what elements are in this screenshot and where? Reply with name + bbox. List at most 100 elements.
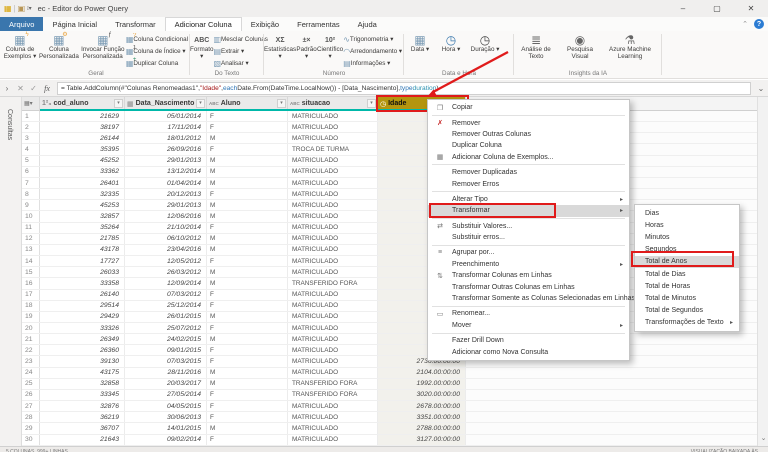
cell[interactable]: 25/07/2012 (125, 323, 207, 333)
trigonometria-button[interactable]: ∿Trigonometria ▾ (343, 33, 402, 45)
tab-arquivo[interactable]: Arquivo (0, 17, 43, 31)
table-row[interactable]: 283621930/06/2013FMATRICULADO3351.00:00:… (22, 412, 757, 423)
cell[interactable]: 21629 (40, 111, 125, 121)
cell[interactable]: MATRICULADO (288, 178, 378, 188)
cell[interactable]: 43178 (40, 245, 125, 255)
menu-item-preenchimento[interactable]: Preenchimento▸ (428, 259, 629, 270)
cell[interactable]: MATRICULADO (288, 211, 378, 221)
cell[interactable]: 26/01/2015 (125, 312, 207, 322)
cell[interactable]: M (207, 267, 288, 277)
cell[interactable]: 14/01/2015 (125, 423, 207, 433)
tab-pagina-inicial[interactable]: Página Inicial (43, 17, 106, 31)
cell[interactable]: 11 (22, 223, 40, 233)
cell[interactable]: 26/03/2012 (125, 267, 207, 277)
coluna-de-exemplos-button[interactable]: ▦ϟColuna de Exemplos ▾ (2, 33, 38, 71)
cell[interactable]: MATRICULADO (288, 435, 378, 445)
menu-item-substituir-valores[interactable]: ⇄Substituir Valores... (428, 221, 629, 232)
cell[interactable]: 45252 (40, 156, 125, 166)
cell[interactable]: M (207, 167, 288, 177)
cell[interactable]: 39130 (40, 356, 125, 366)
tab-adicionar-coluna[interactable]: Adicionar Coluna (165, 17, 242, 31)
cell[interactable]: 25 (22, 379, 40, 389)
cell[interactable]: 6 (22, 167, 40, 177)
cell[interactable]: 12/09/2014 (125, 278, 207, 288)
cell[interactable]: 35264 (40, 223, 125, 233)
cell[interactable]: MATRICULADO (288, 111, 378, 121)
close-button[interactable]: ✕ (734, 0, 768, 17)
cell[interactable]: 27 (22, 401, 40, 411)
cell[interactable]: 30 (22, 435, 40, 445)
cell[interactable]: 28/11/2016 (125, 368, 207, 378)
informacoes-button[interactable]: ▤Informações ▾ (343, 57, 402, 69)
table-row[interactable]: 43539526/09/2016FTROCA DE TURMA (22, 144, 757, 155)
cell[interactable]: MATRICULADO (288, 167, 378, 177)
cell[interactable]: F (207, 412, 288, 422)
cell[interactable]: M (207, 312, 288, 322)
cell[interactable]: 2104.00:00:00 (378, 368, 466, 378)
cell[interactable]: 26144 (40, 133, 125, 143)
maximize-button[interactable]: ▢ (700, 0, 734, 17)
cell[interactable]: 2 (22, 122, 40, 132)
filter-dropdown-icon[interactable]: ▾ (114, 99, 123, 108)
cell[interactable]: M (207, 423, 288, 433)
cell[interactable]: M (207, 379, 288, 389)
cell[interactable]: 20 (22, 323, 40, 333)
cell[interactable]: 21/10/2014 (125, 223, 207, 233)
cell[interactable]: 26349 (40, 334, 125, 344)
menu-item-transformar-somente-as-colunas-selecionadas-em-linhas[interactable]: Transformar Somente as Colunas Seleciona… (428, 293, 629, 304)
cell[interactable]: 1 (22, 111, 40, 121)
cell[interactable]: 26 (22, 390, 40, 400)
cell[interactable]: 18 (22, 301, 40, 311)
cell[interactable]: 3 (22, 133, 40, 143)
cell[interactable]: 33345 (40, 390, 125, 400)
cell[interactable]: M (207, 245, 288, 255)
menu-item-remover[interactable]: ✗Remover (428, 117, 629, 128)
table-row[interactable]: 72640101/04/2014MMATRICULADO (22, 178, 757, 189)
save-icon[interactable]: ▣ (18, 5, 26, 13)
padrao-button[interactable]: ±×Padrão ▾ (296, 33, 317, 71)
cell[interactable]: M (207, 234, 288, 244)
cell[interactable]: F (207, 189, 288, 199)
cell[interactable]: MATRICULADO (288, 423, 378, 433)
cell[interactable]: 09/01/2015 (125, 345, 207, 355)
cell[interactable]: 25/12/2014 (125, 301, 207, 311)
menu-item-agrupar-por[interactable]: ≡Agrupar por... (428, 247, 629, 258)
submenu-item-total-de-dias[interactable]: Total de Dias (635, 268, 739, 280)
cell[interactable]: 3020.00:00:00 (378, 390, 466, 400)
tab-transformar[interactable]: Transformar (106, 17, 165, 31)
analisar-button[interactable]: ▧Analisar ▾ (213, 57, 267, 69)
menu-item-renomear[interactable]: ▭Renomear... (428, 308, 629, 319)
filter-dropdown-icon[interactable]: ▾ (277, 99, 286, 108)
cell[interactable]: 07/03/2012 (125, 290, 207, 300)
cell[interactable]: M (207, 211, 288, 221)
minimize-button[interactable]: – (666, 0, 700, 17)
cell[interactable]: 04/05/2015 (125, 401, 207, 411)
cell[interactable]: 32857 (40, 211, 125, 221)
cell[interactable]: 36707 (40, 423, 125, 433)
cell[interactable]: 12/05/2012 (125, 256, 207, 266)
menu-item-mover[interactable]: Mover▸ (428, 320, 629, 331)
cell[interactable]: 36219 (40, 412, 125, 422)
cell[interactable]: 22 (22, 345, 40, 355)
grid-corner-cell[interactable]: ▦▾ (22, 97, 40, 111)
submenu-item-total-de-anos[interactable]: Total de Anos (635, 256, 739, 268)
cell[interactable]: TROCA DE TURMA (288, 144, 378, 154)
cell[interactable]: 05/01/2014 (125, 111, 207, 121)
coluna-condicional-button[interactable]: ▦?Coluna Condicional (126, 33, 188, 45)
submenu-item-horas[interactable]: Horas (635, 219, 739, 231)
cell[interactable]: 21785 (40, 234, 125, 244)
table-row[interactable]: 212634924/02/2015MMATRICULADO (22, 334, 757, 345)
cell[interactable]: MATRICULADO (288, 256, 378, 266)
cell[interactable]: 19 (22, 312, 40, 322)
tab-exibicao[interactable]: Exibição (242, 17, 288, 31)
cell[interactable]: F (207, 345, 288, 355)
cell[interactable]: 30/06/2013 (125, 412, 207, 422)
cell[interactable]: F (207, 122, 288, 132)
cell[interactable]: 17/11/2014 (125, 122, 207, 132)
cell[interactable]: MATRICULADO (288, 156, 378, 166)
queries-sidebar[interactable]: Consultas (0, 97, 22, 446)
expand-queries-icon[interactable]: › (0, 84, 14, 93)
cell[interactable]: 45253 (40, 200, 125, 210)
extrair-button[interactable]: ▤Extrair ▾ (213, 45, 267, 57)
formula-input[interactable]: = Table.AddColumn(#"Colunas Renomeadas1"… (57, 82, 751, 95)
